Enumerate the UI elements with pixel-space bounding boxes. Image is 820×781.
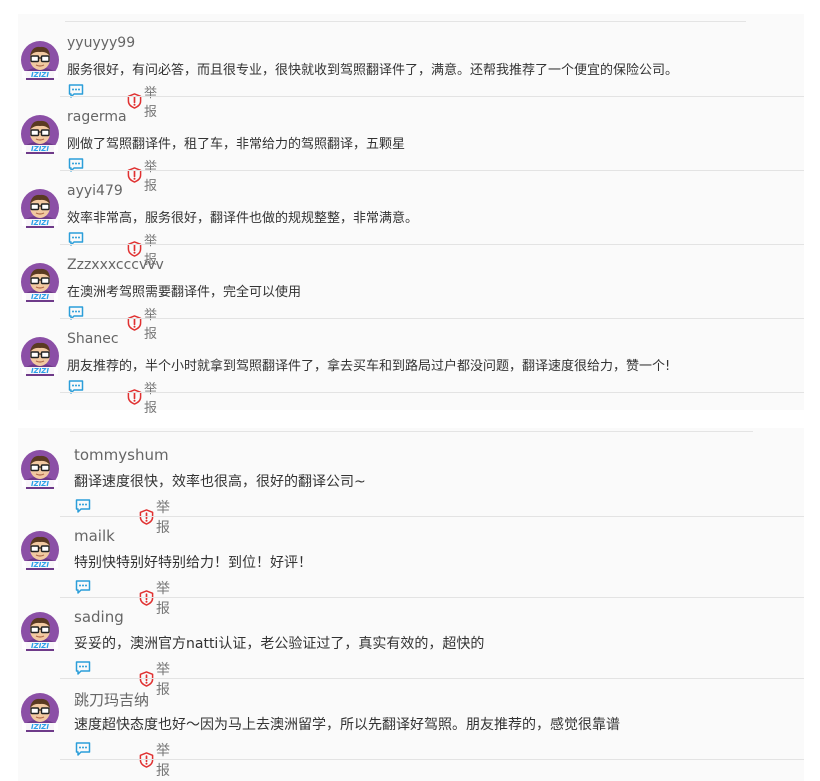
avatar-badge: IZIZI bbox=[31, 145, 49, 153]
comment-text: 速度超快态度也好～因为马上去澳洲留学，所以先翻译好驾照。朋友推荐的，感觉很靠谱 bbox=[74, 717, 620, 733]
avatar-badge: IZIZI bbox=[31, 723, 49, 731]
comment-item: IZIZI 跳刀玛吉纳速度超快态度也好～因为马上去澳洲留学，所以先翻译好驾照。朋友… bbox=[18, 679, 804, 779]
avatar[interactable]: IZIZI bbox=[20, 114, 60, 154]
username[interactable]: tommyshum bbox=[74, 446, 169, 464]
comment-text: 在澳洲考驾照需要翻译件，完全可以使用 bbox=[67, 285, 302, 300]
avatar-badge: IZIZI bbox=[31, 642, 49, 650]
avatar[interactable]: IZIZI bbox=[20, 336, 60, 376]
divider bbox=[60, 392, 804, 393]
comment-block-1: IZIZI yyuyyy99 服务很好，有问必答，而且很专业，很快就收到驾照翻译件了… bbox=[18, 14, 804, 416]
reply-icon[interactable] bbox=[75, 741, 91, 757]
avatar-badge: IZIZI bbox=[31, 561, 49, 569]
reply-icon[interactable] bbox=[75, 498, 91, 514]
avatar-badge: IZIZI bbox=[31, 367, 49, 375]
username[interactable]: ayyi479 bbox=[67, 183, 123, 199]
top-divider bbox=[65, 21, 746, 22]
comment-text: 妥妥的，澳洲官方natti认证，老公验证过了，真实有效的，超快的 bbox=[74, 636, 485, 652]
avatar[interactable]: IZIZI bbox=[20, 692, 60, 732]
divider bbox=[60, 759, 804, 760]
reply-icon[interactable] bbox=[75, 660, 91, 676]
comment-text: 特别快特别好特别给力！到位！好评！ bbox=[74, 555, 312, 571]
username[interactable]: sading bbox=[74, 608, 124, 626]
comment-item: IZIZI tommyshum 翻译速度很快，效率也很高，很好的翻译公司~ 举报 bbox=[18, 436, 804, 536]
avatar[interactable]: IZIZI bbox=[20, 188, 60, 228]
comment-text: 朋友推荐的，半个小时就拿到驾照翻译件了，拿去买车和到路局过户都没问题，翻译速度很… bbox=[67, 359, 671, 374]
username[interactable]: yyuyyy99 bbox=[67, 35, 135, 51]
avatar[interactable]: IZIZI bbox=[20, 262, 60, 302]
avatar[interactable]: IZIZI bbox=[20, 40, 60, 80]
avatar[interactable]: IZIZI bbox=[20, 611, 60, 651]
comment-text: 服务很好，有问必答，而且很专业，很快就收到驾照翻译件了，满意。还帮我推荐了一个便… bbox=[67, 63, 679, 78]
avatar-badge: IZIZI bbox=[31, 219, 49, 227]
comment-text: 刚做了驾照翻译件，租了车，非常给力的驾照翻译，五颗星 bbox=[67, 137, 406, 152]
username[interactable]: ragerma bbox=[67, 109, 127, 125]
avatar-badge: IZIZI bbox=[31, 293, 49, 301]
report-icon bbox=[139, 752, 154, 768]
username[interactable]: mailk bbox=[74, 527, 115, 545]
comment-item: IZIZI ayyi479 效率非常高，服务很好，翻译件也做的规规整整，非常满意。举… bbox=[18, 171, 804, 268]
comment-item: IZIZI Shanec 朋友推荐的，半个小时就拿到驾照翻译件了，拿去买车和到路局过… bbox=[18, 319, 804, 416]
report-label: 举报 bbox=[144, 382, 158, 416]
comment-item: IZIZI yyuyyy99 服务很好，有问必答，而且很专业，很快就收到驾照翻译件了… bbox=[18, 23, 804, 120]
avatar[interactable]: IZIZI bbox=[20, 530, 60, 570]
top-divider bbox=[70, 431, 753, 432]
comment-item: IZIZI sading 妥妥的，澳洲官方natti认证，老公验证过了，真实有效的，… bbox=[18, 598, 804, 698]
reply-icon[interactable] bbox=[75, 579, 91, 595]
report-button[interactable]: 举报 bbox=[127, 378, 157, 416]
username[interactable]: Shanec bbox=[67, 331, 119, 347]
username[interactable]: Zzzxxxcccvvv bbox=[67, 257, 164, 273]
comment-item: IZIZI Zzzxxxcccvvv 在澳洲考驾照需要翻译件，完全可以使用 举报 bbox=[18, 245, 804, 342]
avatar-badge: IZIZI bbox=[31, 480, 49, 488]
comment-item: IZIZI mailk 特别快特别好特别给力！到位！好评！ 举报 bbox=[18, 517, 804, 617]
report-button[interactable]: 举报 bbox=[139, 740, 170, 780]
report-label: 举报 bbox=[156, 743, 170, 779]
username[interactable]: 跳刀玛吉纳 bbox=[74, 689, 149, 710]
comment-text: 效率非常高，服务很好，翻译件也做的规规整整，非常满意。 bbox=[67, 211, 419, 226]
avatar[interactable]: IZIZI bbox=[20, 449, 60, 489]
avatar-badge: IZIZI bbox=[31, 71, 49, 79]
comment-item: IZIZI ragerma 刚做了驾照翻译件，租了车，非常给力的驾照翻译，五颗星 举报 bbox=[18, 97, 804, 194]
comment-text: 翻译速度很快，效率也很高，很好的翻译公司~ bbox=[74, 474, 366, 490]
comment-block-2: IZIZI tommyshum 翻译速度很快，效率也很高，很好的翻译公司~ 举报 IZI… bbox=[18, 428, 804, 781]
